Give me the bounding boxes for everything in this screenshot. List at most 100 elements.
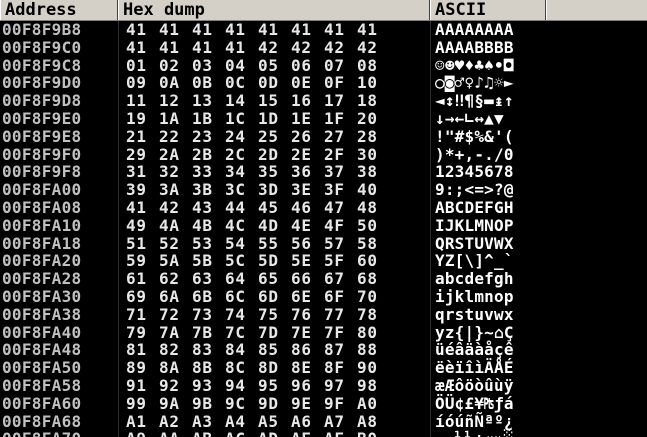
row-address: 00F8F9F8 (2, 162, 82, 182)
dump-row[interactable]: 00F8F9C0 41 41 41 41 42 42 42 42 AAAABBBB (0, 37, 647, 57)
dump-row[interactable]: 00F8F9D0 09 0A 0B 0C 0D 0E 0F 10 ○◙♂♀♪♫☼► (0, 74, 647, 92)
row-address: 00F8F9E8 (2, 126, 82, 146)
dump-row[interactable]: 00F8FA18 51 52 53 54 55 56 57 58 QRSTUVWX (0, 233, 647, 253)
dump-row[interactable]: 00F8FA28 61 62 63 64 65 66 67 68 abcdefgh (0, 270, 647, 288)
row-address: 00F8FA30 (2, 286, 82, 306)
row-ascii-text: ijklmnop (435, 286, 514, 306)
dump-row[interactable]: 00F8FA40 79 7A 7B 7C 7D 7E 7F 80 yz{|}~⌂Ç (0, 322, 647, 342)
row-address: 00F8FA28 (2, 269, 82, 289)
row-address: 00F8FA20 (2, 251, 82, 271)
row-ascii-text: QRSTUVWX (435, 233, 514, 253)
row-address: 00F8FA50 (2, 358, 82, 378)
dump-row[interactable]: 00F8FA38 71 72 73 74 75 76 77 78 qrstuvwx (0, 304, 647, 324)
dump-row[interactable]: 00F8FA50 89 8A 8B 8C 8D 8E 8F 90 ëèïîìÄÅÉ (0, 359, 647, 377)
row-hex-bytes: 31 32 33 34 35 36 37 38 (126, 162, 378, 182)
dump-row[interactable]: 00F8FA58 91 92 93 94 95 96 97 98 æÆôöòûùÿ (0, 377, 647, 395)
row-ascii-text: 9:;<=>?@ (435, 180, 514, 200)
row-address: 00F8FA40 (2, 322, 82, 342)
row-ascii-text: AAAABBBB (435, 37, 514, 57)
row-ascii-text: ☺☻♥♦♣♠•◘ (435, 55, 514, 75)
row-hex-bytes: 69 6A 6B 6C 6D 6E 6F 70 (126, 286, 378, 306)
row-ascii-text: íóúñÑªº¿ (435, 411, 514, 431)
dump-row[interactable]: 00F8F9B8 41 41 41 41 41 41 41 41 AAAAAAAA (0, 21, 647, 39)
row-ascii-text: ëèïîìÄÅÉ (435, 358, 514, 378)
row-hex-bytes: 19 1A 1B 1C 1D 1E 1F 20 (126, 108, 378, 128)
row-address: 00F8FA70 (2, 430, 81, 437)
row-ascii-text: AAAAAAAA (435, 20, 514, 39)
row-hex-bytes: 51 52 53 54 55 56 57 58 (126, 233, 378, 253)
column-header-address[interactable]: Address (0, 0, 118, 20)
row-ascii-text: abcdefgh (435, 269, 514, 289)
dump-row[interactable]: 00F8FA00 39 3A 3B 3C 3D 3E 3F 40 9:;<=>?@ (0, 181, 647, 199)
dump-row[interactable]: 00F8F9F8 31 32 33 34 35 36 37 38 12345678 (0, 163, 647, 181)
row-ascii-text: 12345678 (435, 162, 514, 182)
row-hex-bytes: A1 A2 A3 A4 A5 A6 A7 A8 (126, 411, 378, 431)
row-hex-bytes: 41 41 41 41 42 42 42 42 (126, 37, 378, 57)
row-ascii-text: ↓→←∟↔▲▼ (435, 108, 504, 128)
row-ascii-text: ⌐¬½¼¡«»░ (435, 430, 514, 437)
dump-row[interactable]: 00F8F9E8 21 22 23 24 25 26 27 28 !"#$%&'( (0, 126, 647, 146)
row-hex-bytes: A9 AA AB AC AD AE AF B0 (126, 430, 378, 437)
row-hex-bytes: 59 5A 5B 5C 5D 5E 5F 60 (126, 251, 378, 271)
row-hex-bytes: 21 22 23 24 25 26 27 28 (126, 126, 378, 146)
row-address: 00F8F9C0 (2, 37, 82, 57)
row-address: 00F8FA00 (2, 180, 82, 200)
row-ascii-text: ABCDEFGH (435, 197, 514, 217)
row-ascii-text: æÆôöòûùÿ (435, 375, 514, 395)
row-address: 00F8FA60 (2, 393, 82, 413)
row-ascii-text: ◄↕‼¶§▬↨↑ (435, 91, 514, 111)
row-hex-bytes: 71 72 73 74 75 76 77 78 (126, 304, 378, 324)
column-header-filler (546, 0, 647, 20)
row-hex-bytes: 39 3A 3B 3C 3D 3E 3F 40 (126, 180, 378, 200)
dump-row[interactable]: 00F8FA68 A1 A2 A3 A4 A5 A6 A7 A8 íóúñÑªº¿ (0, 411, 647, 431)
row-address: 00F8FA08 (2, 197, 82, 217)
row-hex-bytes: 61 62 63 64 65 66 67 68 (126, 269, 378, 289)
row-hex-bytes: 79 7A 7B 7C 7D 7E 7F 80 (126, 322, 378, 342)
row-hex-bytes: 29 2A 2B 2C 2D 2E 2F 30 (126, 144, 378, 164)
row-address: 00F8F9E0 (2, 108, 82, 128)
dump-row[interactable]: 00F8F9D8 11 12 13 14 15 16 17 18 ◄↕‼¶§▬↨↑ (0, 92, 647, 110)
column-header-ascii[interactable]: ASCII (430, 0, 546, 20)
row-address: 00F8FA10 (2, 215, 82, 235)
row-hex-bytes: 41 42 43 44 45 46 47 48 (126, 197, 378, 217)
row-hex-bytes: 91 92 93 94 95 96 97 98 (126, 375, 378, 395)
row-address: 00F8FA68 (2, 411, 82, 431)
row-address: 00F8FA58 (2, 375, 82, 395)
row-hex-bytes: 99 9A 9B 9C 9D 9E 9F A0 (126, 393, 378, 413)
row-address: 00F8FA38 (2, 304, 82, 324)
row-address: 00F8F9F0 (2, 144, 82, 164)
row-ascii-text: üéâäàåçê (435, 340, 514, 360)
row-ascii-text: yz{|}~⌂Ç (435, 322, 514, 342)
row-hex-bytes: 11 12 13 14 15 16 17 18 (126, 91, 378, 111)
dump-row[interactable]: 00F8FA20 59 5A 5B 5C 5D 5E 5F 60 YZ[\]^_` (0, 252, 647, 270)
row-ascii-text: YZ[\]^_` (435, 251, 514, 271)
row-ascii-text: ÖÜ¢£¥₧ƒá (435, 393, 514, 413)
dump-row[interactable]: 00F8FA30 69 6A 6B 6C 6D 6E 6F 70 ijklmnop (0, 288, 647, 306)
hex-dump-rows[interactable]: 00F8F9B8 41 41 41 41 41 41 41 41 AAAAAAAA 0… (0, 21, 647, 437)
dump-row[interactable]: 00F8FA10 49 4A 4B 4C 4D 4E 4F 50 IJKLMNOP (0, 215, 647, 235)
dump-row[interactable]: 00F8FA08 41 42 43 44 45 46 47 48 ABCDEFGH (0, 199, 647, 217)
row-address: 00F8F9C8 (2, 55, 82, 75)
column-header-bar: Address Hex dump ASCII (0, 0, 647, 21)
dump-row[interactable]: 00F8FA70 A9 AA AB AC AD AE AF B0 ⌐¬½¼¡«»░ (0, 430, 647, 437)
row-address: 00F8FA18 (2, 233, 82, 253)
row-address: 00F8FA48 (2, 340, 82, 360)
dump-row[interactable]: 00F8F9C8 01 02 03 04 05 06 07 08 ☺☻♥♦♣♠•◘ (0, 55, 647, 75)
hex-dump-window: Address Hex dump ASCII 00F8F9B8 41 41 41 … (0, 0, 647, 437)
column-header-hex-dump[interactable]: Hex dump (118, 0, 430, 20)
row-ascii-text: ○◙♂♀♪♫☼► (435, 73, 514, 93)
row-ascii-text: qrstuvwx (435, 304, 514, 324)
row-ascii-text: IJKLMNOP (435, 215, 514, 235)
row-hex-bytes: 09 0A 0B 0C 0D 0E 0F 10 (126, 73, 378, 93)
row-hex-bytes: 01 02 03 04 05 06 07 08 (126, 55, 378, 75)
dump-row[interactable]: 00F8FA48 81 82 83 84 85 86 87 88 üéâäàåçê (0, 341, 647, 359)
dump-row[interactable]: 00F8F9F0 29 2A 2B 2C 2D 2E 2F 30 )*+,-./0 (0, 144, 647, 164)
row-hex-bytes: 89 8A 8B 8C 8D 8E 8F 90 (126, 358, 378, 378)
row-address: 00F8F9D8 (2, 91, 82, 111)
dump-row[interactable]: 00F8FA60 99 9A 9B 9C 9D 9E 9F A0 ÖÜ¢£¥₧ƒá (0, 393, 647, 413)
row-hex-bytes: 49 4A 4B 4C 4D 4E 4F 50 (126, 215, 378, 235)
row-hex-bytes: 41 41 41 41 41 41 41 41 (126, 20, 378, 39)
dump-row[interactable]: 00F8F9E0 19 1A 1B 1C 1D 1E 1F 20 ↓→←∟↔▲▼ (0, 110, 647, 128)
row-ascii-text: )*+,-./0 (435, 144, 514, 164)
row-address: 00F8F9D0 (2, 73, 82, 93)
